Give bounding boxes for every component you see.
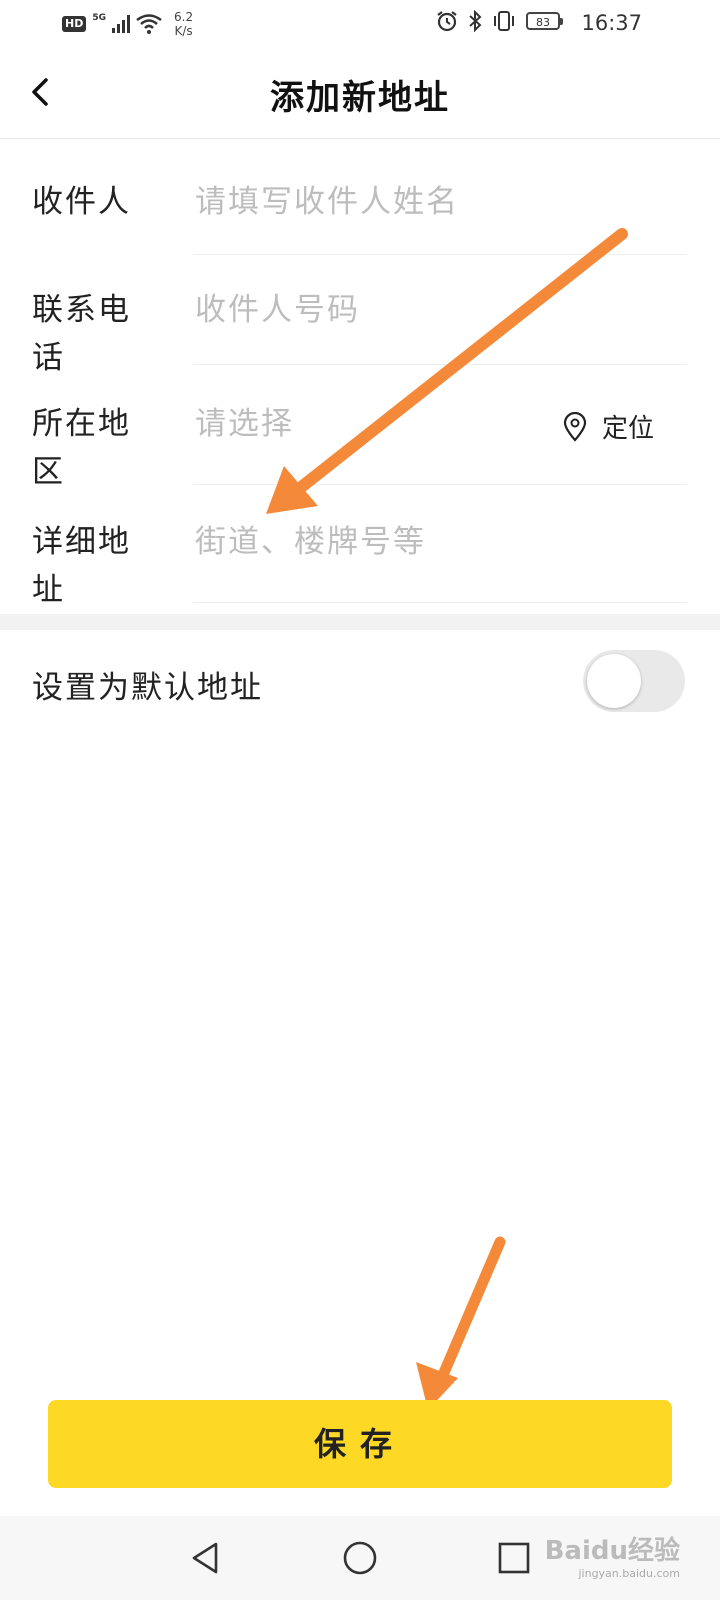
annotation-arrow-icon [416, 1236, 506, 1410]
default-address-label: 设置为默认地址 [32, 670, 263, 706]
watermark-sub: jingyan.baidu.com [578, 1567, 680, 1580]
row-divider [193, 364, 687, 365]
recipient-input[interactable]: 请填写收件人姓名 [195, 178, 690, 226]
circle-home-icon [343, 1541, 377, 1575]
row-divider [193, 484, 687, 485]
phone-input[interactable]: 收件人号码 [195, 286, 690, 334]
network-speed: 6.2 K/s [174, 10, 193, 38]
nav-home-button[interactable] [340, 1538, 380, 1578]
region-row: 所在地区 请选择 定位 [0, 400, 720, 490]
locate-label: 定位 [601, 414, 654, 444]
address-label: 详细地址 [32, 524, 131, 608]
vibrate-icon [494, 11, 514, 31]
address-input[interactable]: 街道、楼牌号等 [195, 518, 690, 566]
wifi-icon [136, 14, 162, 34]
default-address-toggle[interactable] [583, 650, 685, 712]
nav-back-button[interactable] [186, 1538, 226, 1578]
status-right: 83 [436, 10, 563, 32]
clock: 16:37 [581, 11, 642, 35]
battery-icon: 83 [526, 12, 563, 30]
alarm-icon [437, 11, 457, 32]
phone-label: 联系电话 [32, 292, 131, 376]
toggle-knob [587, 654, 641, 708]
region-select[interactable]: 请选择 [195, 400, 520, 448]
recipient-label: 收件人 [32, 184, 131, 220]
locate-button[interactable]: 定位 [562, 408, 654, 445]
status-bar: HD 5G 6.2 K/s 83 16:37 [0, 0, 720, 48]
square-recent-icon [498, 1542, 530, 1574]
header-bar: 添加新地址 [0, 48, 720, 139]
speed-unit: K/s [174, 24, 193, 38]
nav-recent-button[interactable] [494, 1538, 534, 1578]
signal-icon [112, 15, 130, 33]
hd-badge: HD [62, 16, 87, 32]
save-button[interactable]: 保存 [48, 1400, 672, 1488]
status-left: HD 5G 6.2 K/s [62, 10, 193, 38]
watermark-main: Baidu经验 [544, 1536, 680, 1566]
address-row: 详细地址 街道、楼牌号等 [0, 518, 720, 608]
section-divider [0, 614, 720, 630]
triangle-back-icon [192, 1542, 218, 1574]
baidu-watermark: Baidu经验 jingyan.baidu.com [545, 1530, 680, 1580]
speed-value: 6.2 [174, 10, 194, 24]
bluetooth-icon [469, 10, 482, 32]
row-divider [193, 602, 687, 603]
page-title: 添加新地址 [270, 78, 450, 118]
location-pin-icon [563, 411, 587, 442]
region-label: 所在地区 [32, 406, 131, 490]
system-nav-bar: Baidu经验 jingyan.baidu.com [0, 1516, 720, 1600]
recipient-row: 收件人 请填写收件人姓名 [0, 178, 720, 258]
phone-row: 联系电话 收件人号码 [0, 286, 720, 376]
row-divider [193, 254, 687, 255]
network-type: 5G [92, 13, 106, 23]
